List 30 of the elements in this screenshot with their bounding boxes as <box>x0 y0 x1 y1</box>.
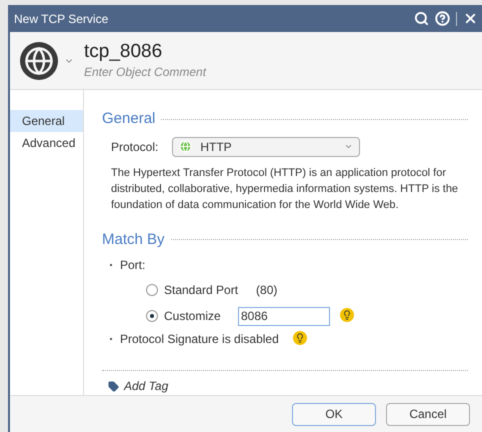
protocol-description: The Hypertext Transfer Protocol (HTTP) is an application protocol for distributed, collaborative, hypermedia information systems. HTTP is the foundation of data communication for the World Wide Web. <box>111 166 460 212</box>
add-tag-link[interactable]: Add Tag <box>124 377 168 395</box>
globe-icon <box>179 140 192 153</box>
radio-button[interactable] <box>146 284 158 296</box>
protocol-label: Protocol: <box>111 138 158 156</box>
port-label: Port: <box>120 257 146 274</box>
globe-icon[interactable] <box>20 42 58 80</box>
port-field[interactable]: 8086 <box>238 306 330 326</box>
port-note: (80) <box>256 282 278 299</box>
radio-button[interactable] <box>146 310 158 322</box>
cancel-button[interactable]: Cancel <box>386 402 470 426</box>
section-heading: General <box>102 109 156 129</box>
caret-icon <box>344 142 354 151</box>
sidebar-tab[interactable]: General <box>10 110 83 132</box>
object-name[interactable]: tcp_8086 <box>84 40 284 62</box>
lightbulb-icon <box>292 331 307 345</box>
protocol-dropdown[interactable]: HTTP <box>172 136 360 156</box>
signature-text: Protocol Signature is disabled <box>120 331 279 348</box>
tag-icon[interactable] <box>108 380 119 392</box>
lightbulb-icon <box>340 308 354 322</box>
comment-field[interactable]: Enter Object Comment <box>84 62 284 80</box>
search-icon[interactable] <box>414 11 429 26</box>
ok-button[interactable]: OK <box>292 402 376 426</box>
close-icon[interactable] <box>463 11 478 26</box>
sidebar-tab[interactable]: Advanced <box>10 132 83 154</box>
help-icon[interactable] <box>435 11 450 26</box>
radio-label[interactable]: Standard Port <box>164 281 238 299</box>
window-title: New TCP Service <box>14 10 108 28</box>
section-heading: Match By <box>102 230 165 250</box>
radio-label[interactable]: Customize <box>164 307 228 325</box>
